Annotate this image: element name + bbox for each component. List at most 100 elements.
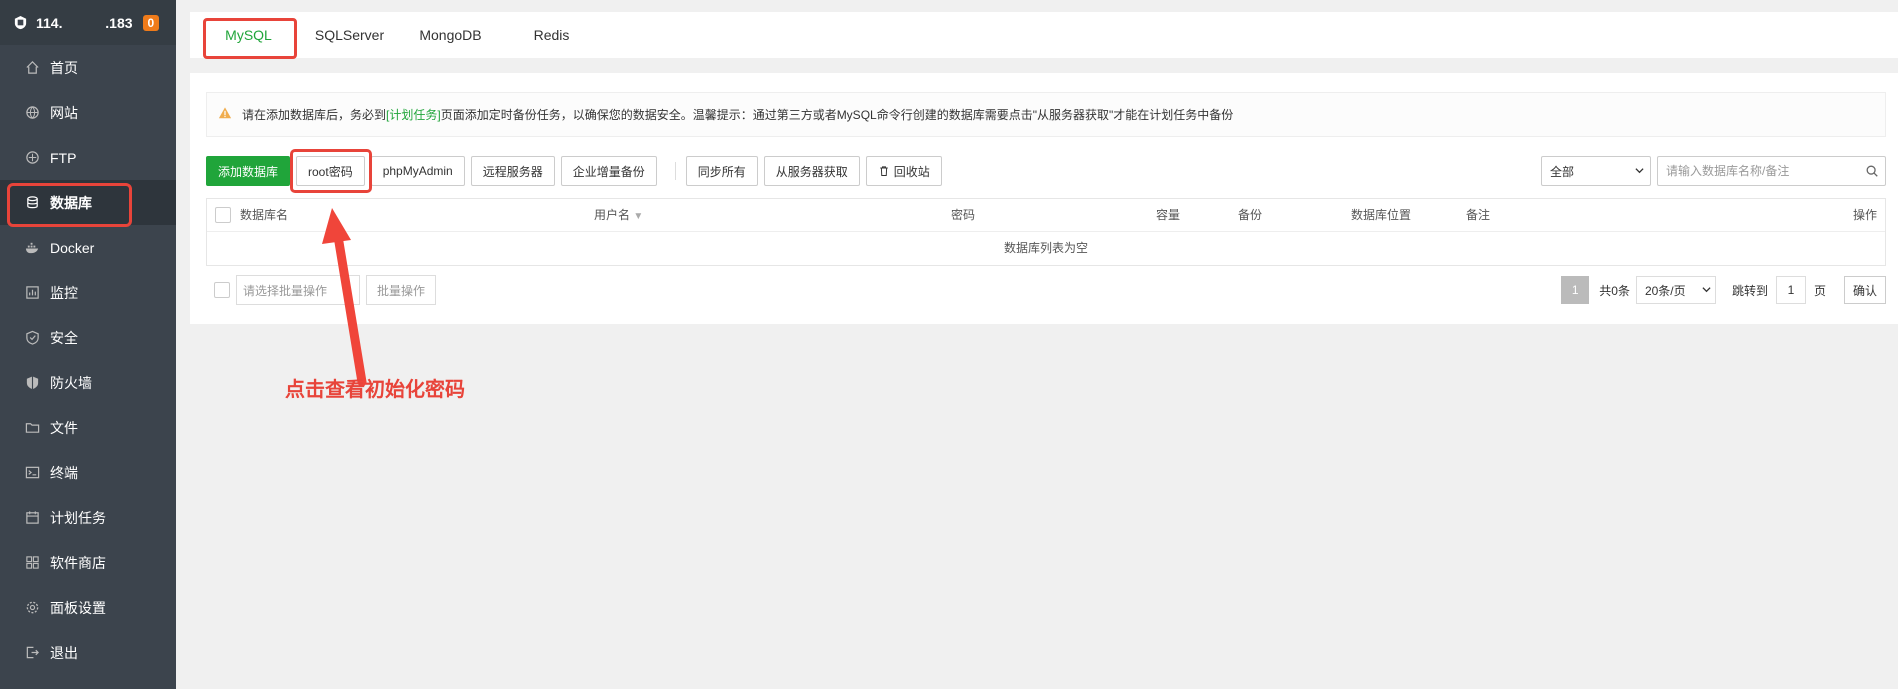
database-icon	[24, 195, 40, 211]
col-backup: 备份	[1238, 208, 1263, 222]
col-capacity: 容量	[1156, 208, 1181, 222]
incremental-backup-button[interactable]: 企业增量备份	[560, 156, 657, 186]
database-toolbar: 添加数据库 root密码 phpMyAdmin 远程服务器 企业增量备份 同步所…	[206, 149, 948, 193]
sidebar-item-app-store[interactable]: 软件商店	[0, 540, 176, 585]
monitor-icon	[24, 285, 40, 301]
col-username-label: 用户名	[594, 208, 631, 222]
search-icon[interactable]	[1859, 164, 1885, 178]
sidebar-item-label: 网站	[50, 104, 78, 121]
sidebar-item-label: 终端	[50, 464, 78, 481]
tab-sqlserver[interactable]: SQLServer	[299, 12, 400, 58]
sort-down-icon: ▼	[633, 211, 644, 222]
database-table: 数据库名 用户名 ▼ 密码 容量 备份 数据库位置 备注 操作 数据库列表为空	[206, 198, 1886, 266]
table-header: 数据库名 用户名 ▼ 密码 容量 备份 数据库位置 备注 操作	[207, 199, 1885, 232]
globe-icon	[24, 105, 40, 121]
add-database-button[interactable]: 添加数据库	[206, 156, 291, 186]
category-select-value: 全部	[1550, 164, 1575, 179]
sidebar-item-monitor[interactable]: 监控	[0, 270, 176, 315]
sidebar-item-label: 安全	[50, 329, 78, 346]
fetch-from-server-button[interactable]: 从服务器获取	[763, 156, 860, 186]
col-remark: 备注	[1466, 208, 1491, 222]
footer-select-all-checkbox[interactable]	[214, 282, 230, 298]
col-password: 密码	[951, 208, 976, 222]
sidebar-item-cron[interactable]: 计划任务	[0, 495, 176, 540]
table-footer: 请选择批量操作 批量操作 1 共0条 20条/页 跳转到 1 页 确认	[206, 275, 1886, 305]
sidebar-item-ftp[interactable]: FTP	[0, 135, 176, 180]
sidebar-item-label: 防火墙	[50, 374, 92, 391]
total-count: 共0条	[1599, 283, 1630, 298]
current-page[interactable]: 1	[1561, 276, 1590, 304]
col-username[interactable]: 用户名 ▼	[594, 199, 643, 232]
col-actions: 操作	[1852, 208, 1877, 222]
sidebar-item-label: 首页	[50, 59, 78, 76]
chevron-down-icon	[1702, 283, 1711, 297]
remote-server-button[interactable]: 远程服务器	[470, 156, 555, 186]
sidebar-item-database[interactable]: 数据库	[0, 180, 176, 227]
sidebar-item-label: 面板设置	[50, 599, 106, 616]
sidebar-item-label: Docker	[50, 239, 95, 256]
page-unit-label: 页	[1813, 283, 1826, 298]
tab-redis[interactable]: Redis	[501, 12, 602, 58]
page-size-select[interactable]: 20条/页	[1635, 276, 1716, 304]
sidebar-item-label: 软件商店	[50, 554, 106, 571]
sidebar-item-label: 数据库	[50, 194, 92, 211]
sidebar-item-label: 监控	[50, 284, 78, 301]
database-type-tabs: MySQL SQLServer MongoDB Redis	[190, 12, 1898, 59]
select-all-checkbox[interactable]	[215, 207, 231, 223]
tab-mysql[interactable]: MySQL	[198, 12, 299, 59]
sync-all-button[interactable]: 同步所有	[685, 156, 758, 186]
sidebar-item-terminal[interactable]: 终端	[0, 450, 176, 495]
chevron-down-icon	[1635, 164, 1644, 178]
sidebar-item-docker[interactable]: Docker	[0, 225, 176, 270]
sidebar-item-website[interactable]: 网站	[0, 90, 176, 135]
recycle-bin-label: 回收站	[893, 164, 930, 179]
folder-icon	[24, 420, 40, 436]
ftp-icon	[24, 150, 40, 166]
sidebar: 114. .183 0 首页 网站 FTP 数据库 Docker 监控 安全 防…	[0, 0, 176, 689]
jump-page-input[interactable]: 1	[1775, 276, 1806, 304]
sidebar-item-logout[interactable]: 退出	[0, 630, 176, 675]
cron-task-link[interactable]: [计划任务]	[386, 106, 441, 123]
home-icon	[24, 60, 40, 76]
notification-badge[interactable]: 0	[142, 14, 160, 31]
sidebar-item-label: FTP	[50, 149, 77, 166]
sidebar-item-label: 文件	[50, 419, 78, 436]
annotation-arrow	[322, 208, 367, 387]
firewall-icon	[24, 375, 40, 391]
category-select[interactable]: 全部	[1541, 156, 1651, 186]
warning-icon	[218, 106, 232, 123]
sidebar-item-firewall[interactable]: 防火墙	[0, 360, 176, 405]
annotation-text: 点击查看初始化密码	[285, 379, 465, 401]
sidebar-item-label: 计划任务	[50, 509, 106, 526]
server-logo-icon	[12, 15, 28, 31]
col-db-location: 数据库位置	[1351, 208, 1412, 222]
toolbar-divider	[674, 162, 676, 180]
recycle-bin-button[interactable]: 回收站	[865, 156, 942, 186]
root-password-button[interactable]: root密码	[290, 149, 372, 193]
filter-bar: 全部	[1541, 156, 1886, 186]
server-header[interactable]: 114. .183 0	[0, 0, 176, 45]
sidebar-item-home[interactable]: 首页	[0, 45, 176, 90]
sidebar-item-files[interactable]: 文件	[0, 405, 176, 450]
phpmyadmin-button[interactable]: phpMyAdmin	[370, 156, 465, 186]
sidebar-item-label: 退出	[50, 644, 78, 661]
empty-message: 数据库列表为空	[1003, 241, 1088, 255]
col-db-name[interactable]: 数据库名	[240, 199, 288, 232]
server-ip: 114. .183	[36, 14, 133, 31]
docker-icon	[24, 240, 40, 256]
jump-confirm-button[interactable]: 确认	[1843, 276, 1886, 304]
apps-icon	[24, 555, 40, 571]
terminal-icon	[24, 465, 40, 481]
tab-mongodb[interactable]: MongoDB	[400, 12, 501, 58]
logout-icon	[24, 645, 40, 661]
trash-icon	[878, 165, 890, 177]
gear-icon	[24, 600, 40, 616]
pagination: 1 共0条 20条/页 跳转到 1 页 确认	[1561, 275, 1886, 305]
search-input[interactable]	[1658, 164, 1859, 178]
page-size-value: 20条/页	[1644, 283, 1686, 298]
sidebar-item-security[interactable]: 安全	[0, 315, 176, 360]
jump-label: 跳转到	[1731, 283, 1768, 298]
shield-icon	[24, 330, 40, 346]
sidebar-item-settings[interactable]: 面板设置	[0, 585, 176, 630]
search-box	[1657, 156, 1886, 186]
